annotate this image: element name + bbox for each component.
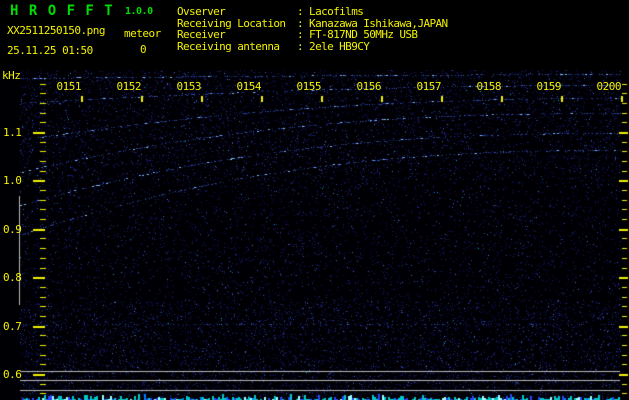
info-label: Receiver [177,28,226,41]
frequency-tick-label: 1.0 [3,174,22,187]
time-tick-label: 0156 [356,80,382,93]
time-tick-label: 0154 [236,80,262,93]
frequency-tick-label: 1.1 [3,126,22,139]
app-version: 1.0.0 [125,6,153,17]
time-tick-label: 0151 [56,80,82,93]
info-label: Ovserver [177,5,226,18]
hrofft-window: H R O F F T 1.0.0 XX2511250150.png meteo… [0,0,629,400]
frequency-tick-label: 0.9 [3,223,22,236]
time-tick-label: 0159 [536,80,562,93]
mode-label: meteor [124,27,161,40]
spectrogram-canvas [0,70,629,400]
spectrogram-panel: kHz 0151 0152 0153 0154 0155 0156 0157 0158 0159… [0,69,629,400]
time-tick-label: 0152 [116,80,142,93]
frequency-tick-label: 0.7 [3,320,22,333]
time-tick-label: 0158 [476,80,502,93]
info-value: : 2ele HB9CY [297,39,370,53]
station-info: Ovserver: Lacofilms Receiving Location: K… [177,6,448,52]
time-tick-label: 0155 [296,80,322,93]
frequency-tick-label: 0.8 [3,271,22,284]
info-label: Receiving antenna [177,39,280,53]
app-title: H R O F F T [10,3,114,19]
y-axis-unit-label: kHz [2,69,21,82]
meteor-count: 0 [140,43,147,56]
output-filename: XX2511250150.png [7,24,105,37]
info-row: Receiving antenna : 2ele HB9CY [177,39,448,53]
frequency-tick-label: 0.6 [3,368,22,381]
time-tick-label: 0157 [416,80,442,93]
time-tick-label: 0200 [596,80,622,93]
time-tick-label: 0153 [176,80,202,93]
timestamp: 25.11.25 01:50 [7,44,93,57]
